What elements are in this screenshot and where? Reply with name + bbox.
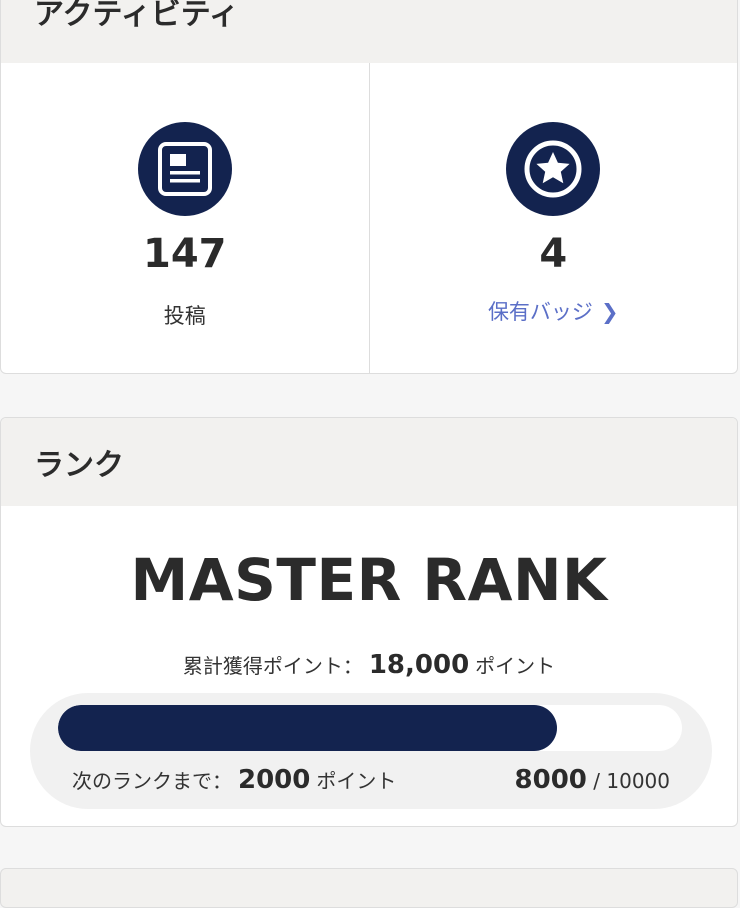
rank-title: ランク [1, 418, 737, 506]
document-icon [137, 122, 232, 216]
star-badge-icon [506, 122, 601, 216]
rank-progress-ratio: 8000 / 10000 [515, 765, 670, 795]
chevron-right-icon: ❯ [600, 300, 619, 324]
next-rank-value: 2000 [238, 765, 311, 795]
next-rank-label: 次のランクまで： [72, 769, 232, 793]
total-points-label: 累計獲得ポイント： [182, 654, 363, 678]
next-rank-unit: ポイント [316, 769, 397, 793]
ratio-separator: / [593, 769, 601, 793]
total-points-value: 18,000 [368, 650, 470, 680]
posts-stat: 147 投稿 [1, 63, 369, 373]
current-points: 8000 [514, 765, 587, 795]
rank-progress-bar [58, 705, 682, 751]
target-points: 10000 [606, 769, 670, 793]
next-card [0, 868, 738, 908]
rank-card: ランク MASTER RANK 累計獲得ポイント： 18,000 ポイント 次のラン… [0, 417, 738, 827]
owned-badges-label: 保有バッジ [487, 300, 593, 324]
owned-badges-link[interactable]: 保有バッジ ❯ [370, 296, 738, 326]
activity-card: アクティビティ 147 投稿 4 保有バッジ ❯ [0, 0, 738, 374]
total-points-unit: ポイント [475, 654, 556, 678]
rank-name: MASTER RANK [130, 546, 608, 614]
total-points: 累計獲得ポイント： 18,000 ポイント [1, 650, 737, 680]
rank-progress-panel: 次のランクまで： 2000 ポイント 8000 / 10000 [30, 693, 712, 809]
activity-body: 147 投稿 4 保有バッジ ❯ [1, 63, 738, 373]
next-rank-remaining: 次のランクまで： 2000 ポイント [72, 765, 396, 795]
badges-stat: 4 保有バッジ ❯ [368, 63, 738, 373]
posts-label: 投稿 [163, 304, 206, 328]
badges-count: 4 [539, 231, 568, 277]
activity-title: アクティビティ [1, 0, 737, 63]
posts-count: 147 [143, 231, 227, 277]
rank-progress-fill [58, 705, 558, 751]
